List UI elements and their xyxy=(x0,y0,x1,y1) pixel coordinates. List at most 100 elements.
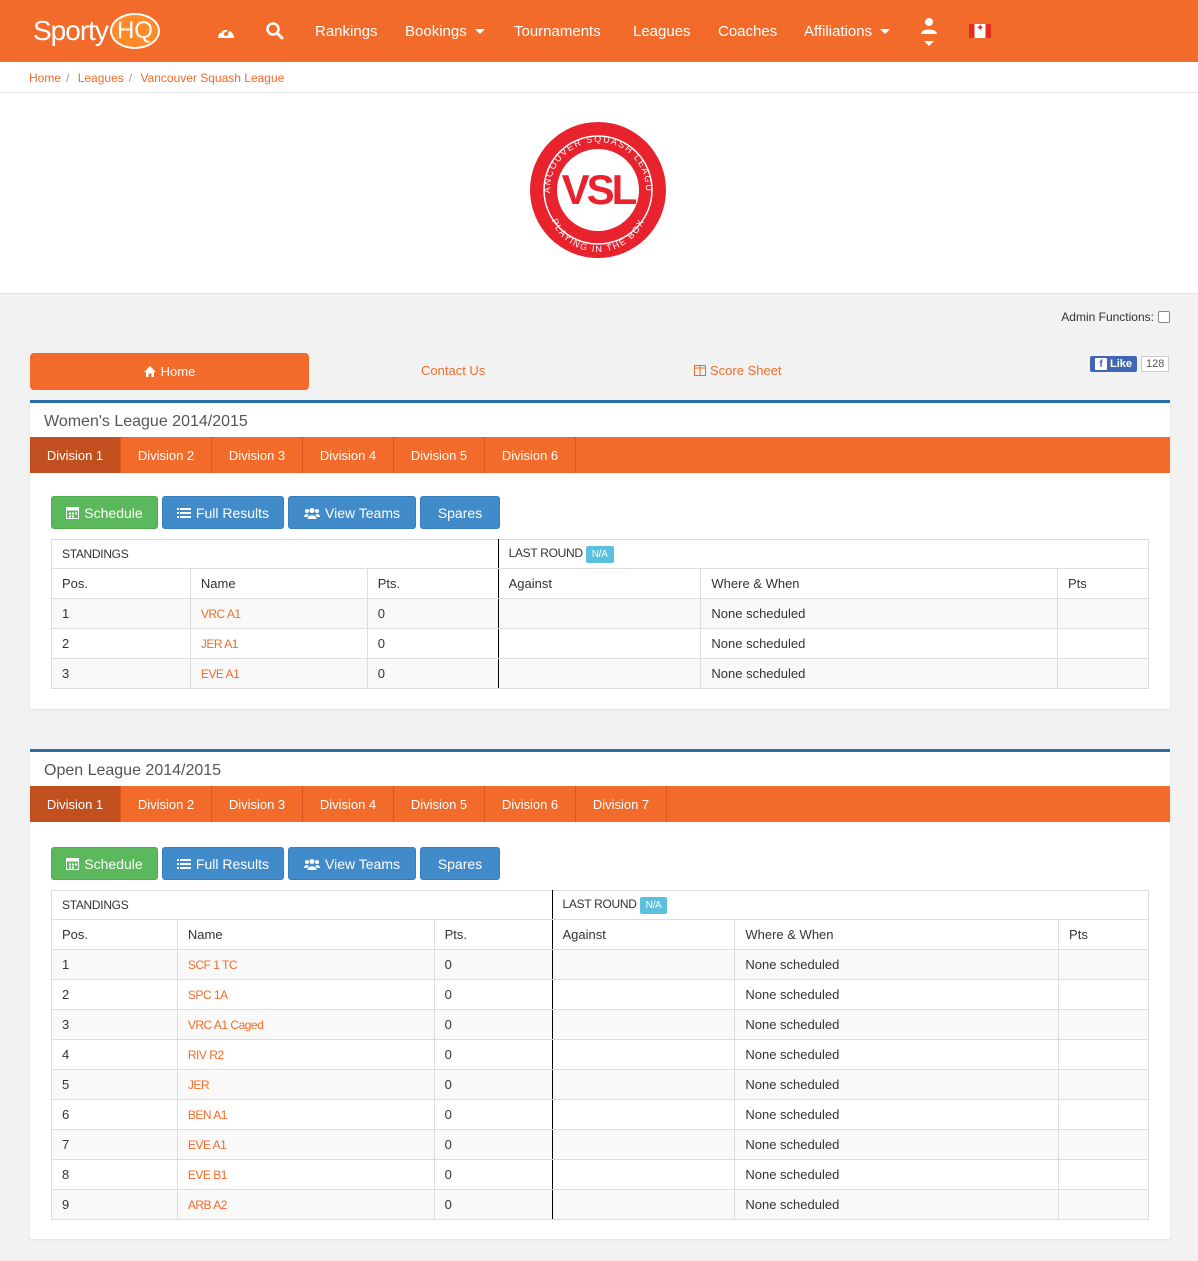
breadcrumb-current[interactable]: Vancouver Squash League xyxy=(140,71,284,85)
row-against xyxy=(551,979,736,1010)
row-last-pts xyxy=(1058,1189,1149,1220)
row-where-when: None scheduled xyxy=(734,1189,1060,1220)
team-link[interactable]: SPC 1A xyxy=(176,979,435,1010)
nav-bookings[interactable]: Bookings xyxy=(405,0,485,62)
col-last-pts: Pts xyxy=(1058,919,1149,950)
full-results-button[interactable]: Full Results xyxy=(162,847,284,880)
vsl-logo: VSL VANCOUVER SQUASH LEAGUE PLAYING IN T… xyxy=(528,120,666,258)
list-icon xyxy=(176,507,191,518)
logo-text: Sporty xyxy=(33,15,109,46)
league-panel: Open League 2014/2015 Division 1 Divisio… xyxy=(30,749,1170,1239)
team-link[interactable]: VRC A1 Caged xyxy=(176,1009,435,1040)
team-link[interactable]: JER xyxy=(176,1069,435,1100)
col-where-when: Where & When xyxy=(700,568,1059,599)
tab-division-1[interactable]: Division 1 xyxy=(30,437,121,473)
users-icon xyxy=(304,507,321,519)
tab-division-6[interactable]: Division 6 xyxy=(485,786,576,822)
search-icon[interactable] xyxy=(266,0,284,62)
row-pos: 2 xyxy=(51,979,178,1010)
nav-leagues[interactable]: Leagues xyxy=(633,0,691,62)
row-against xyxy=(497,598,702,629)
view-teams-button[interactable]: View Teams xyxy=(288,847,416,880)
users-icon xyxy=(304,858,321,870)
nav-rankings[interactable]: Rankings xyxy=(315,0,378,62)
standings-caption: STANDINGS xyxy=(51,539,499,569)
tab-division-3[interactable]: Division 3 xyxy=(212,786,303,822)
team-link[interactable]: ARB A2 xyxy=(176,1189,435,1220)
facebook-like-label: Like xyxy=(1110,358,1133,370)
table-row: 3 EVE A1 0 None scheduled xyxy=(51,658,1149,689)
sportyhq-logo[interactable]: Sporty HQ xyxy=(33,10,160,52)
last-round-label: LAST ROUND xyxy=(562,896,637,911)
facebook-icon: f xyxy=(1095,358,1107,370)
row-pos: 6 xyxy=(51,1099,178,1130)
team-link[interactable]: EVE A1 xyxy=(189,658,368,689)
tab-division-3[interactable]: Division 3 xyxy=(212,437,303,473)
team-link[interactable]: EVE A1 xyxy=(176,1129,435,1160)
contact-us-link[interactable]: Contact Us xyxy=(421,363,485,378)
top-navbar: Sporty HQ Rankings Bookings Tournaments … xyxy=(0,0,1198,62)
user-icon xyxy=(921,17,937,34)
dashboard-icon[interactable] xyxy=(216,0,236,62)
row-pts: 0 xyxy=(366,658,499,689)
user-menu[interactable] xyxy=(920,0,938,62)
team-link[interactable]: EVE B1 xyxy=(176,1159,435,1190)
schedule-label: Schedule xyxy=(84,504,143,521)
team-link[interactable]: RIV R2 xyxy=(176,1039,435,1070)
view-teams-button[interactable]: View Teams xyxy=(288,496,416,529)
facebook-like-count: 128 xyxy=(1141,356,1170,372)
tab-division-1[interactable]: Division 1 xyxy=(30,786,121,822)
tab-division-7[interactable]: Division 7 xyxy=(576,786,667,822)
nav-coaches[interactable]: Coaches xyxy=(718,0,777,62)
tab-division-4[interactable]: Division 4 xyxy=(303,437,394,473)
list-icon xyxy=(176,858,191,869)
na-badge: N/A xyxy=(585,545,614,563)
admin-functions-checkbox[interactable] xyxy=(1158,311,1170,323)
tab-division-2[interactable]: Division 2 xyxy=(121,437,212,473)
row-pos: 3 xyxy=(51,1009,178,1040)
full-results-button[interactable]: Full Results xyxy=(162,496,284,529)
calendar-icon xyxy=(66,858,80,870)
row-where-when: None scheduled xyxy=(734,1069,1060,1100)
row-against xyxy=(551,949,736,980)
vsl-logo-text: VSL xyxy=(562,166,637,213)
home-tab-button[interactable]: Home xyxy=(30,353,309,390)
schedule-button[interactable]: Schedule xyxy=(51,847,158,880)
tab-division-5[interactable]: Division 5 xyxy=(394,786,485,822)
col-last-pts: Pts xyxy=(1057,568,1149,599)
team-link[interactable]: BEN A1 xyxy=(176,1099,435,1130)
team-link[interactable]: VRC A1 xyxy=(189,598,368,629)
nav-affiliations[interactable]: Affiliations xyxy=(804,0,891,62)
spares-button[interactable]: Spares xyxy=(420,847,500,880)
row-where-when: None scheduled xyxy=(734,1129,1060,1160)
action-buttons: Schedule Full Results View Teams Spares xyxy=(51,847,500,880)
score-sheet-link[interactable]: Score Sheet xyxy=(694,363,782,378)
division-tabs: Division 1 Division 2 Division 3 Divisio… xyxy=(30,437,1170,473)
row-where-when: None scheduled xyxy=(734,949,1060,980)
tab-division-6[interactable]: Division 6 xyxy=(485,437,576,473)
tab-division-5[interactable]: Division 5 xyxy=(394,437,485,473)
spares-button[interactable]: Spares xyxy=(420,496,500,529)
team-link[interactable]: SCF 1 TC xyxy=(176,949,435,980)
row-against xyxy=(497,628,702,659)
canada-flag-icon[interactable] xyxy=(969,0,991,62)
tab-division-2[interactable]: Division 2 xyxy=(121,786,212,822)
nav-affiliations-label: Affiliations xyxy=(804,22,873,40)
row-pos: 4 xyxy=(51,1039,178,1070)
nav-tournaments[interactable]: Tournaments xyxy=(514,0,601,62)
full-results-label: Full Results xyxy=(195,504,270,521)
table-row: 5 JER 0 None scheduled xyxy=(51,1069,1149,1100)
last-round-caption: LAST ROUND N/A xyxy=(551,890,1150,920)
facebook-like[interactable]: f Like 128 xyxy=(1090,356,1170,372)
col-pos: Pos. xyxy=(51,568,191,599)
tab-division-4[interactable]: Division 4 xyxy=(303,786,394,822)
facebook-like-button[interactable]: f Like xyxy=(1090,356,1138,372)
team-link[interactable]: JER A1 xyxy=(189,628,368,659)
breadcrumb-home[interactable]: Home xyxy=(29,71,61,85)
row-where-when: None scheduled xyxy=(734,1099,1060,1130)
row-against xyxy=(551,1129,736,1160)
schedule-button[interactable]: Schedule xyxy=(51,496,158,529)
breadcrumb-leagues[interactable]: Leagues xyxy=(78,71,124,85)
last-round-caption: LAST ROUND N/A xyxy=(497,539,1150,569)
home-icon xyxy=(143,366,156,377)
